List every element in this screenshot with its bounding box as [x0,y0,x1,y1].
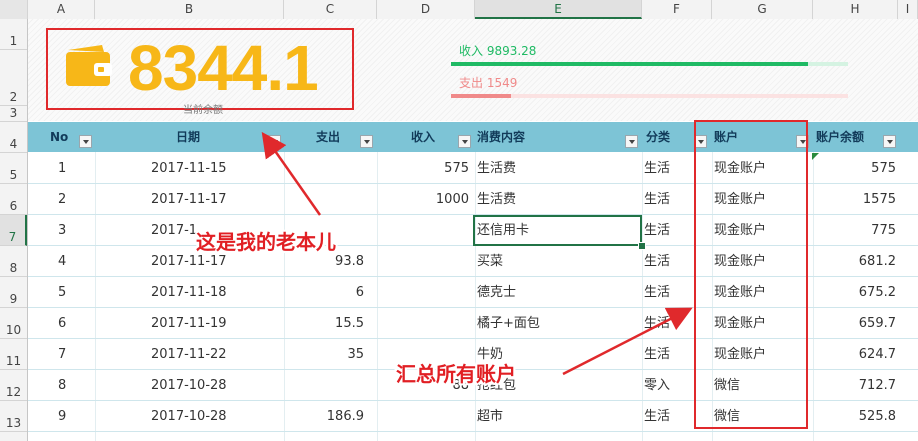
arrow-to-balance [261,131,322,216]
arrow-to-accounts [562,307,693,376]
callout-balance: 这是我的老本儿 [196,230,336,254]
callout-accounts: 汇总所有账户 [396,362,516,386]
